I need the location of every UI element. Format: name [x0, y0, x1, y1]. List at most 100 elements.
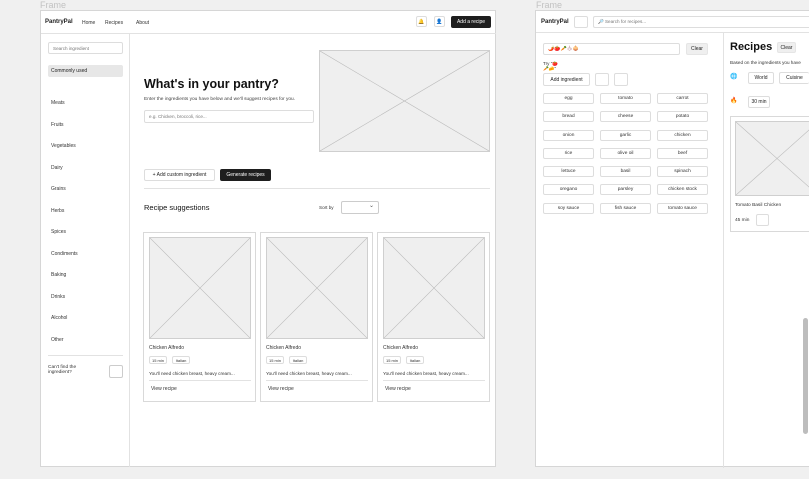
bell-icon[interactable]: 🔔	[416, 16, 427, 27]
view-recipe-link[interactable]: View recipe	[268, 386, 294, 392]
pantry-input[interactable]: e.g. Chicken, broccoli, rice...	[144, 110, 314, 123]
brand-logo[interactable]: PantryPal	[541, 19, 569, 25]
nav-home[interactable]: Home	[82, 20, 95, 26]
ingredient-chip[interactable]: parsley	[600, 184, 651, 195]
ingredient-chip[interactable]: fish sauce	[600, 203, 651, 214]
ingredient-chip[interactable]: lettuce	[543, 166, 594, 177]
sidebar-item-condiments[interactable]: Condiments	[51, 251, 78, 257]
ingredient-chip[interactable]: chicken stock	[657, 184, 708, 195]
nav-recipes[interactable]: Recipes	[105, 20, 123, 26]
recipe-image-placeholder	[266, 237, 368, 339]
ingredient-chip[interactable]: egg	[543, 93, 594, 104]
recipes-title: Recipes	[730, 41, 773, 53]
try-hint-continued: 🥕🧀"	[543, 66, 557, 71]
sidebar-item-drinks[interactable]: Drinks	[51, 294, 65, 300]
world-filter[interactable]: World	[748, 72, 774, 84]
sidebar-item-alcohol[interactable]: Alcohol	[51, 315, 67, 321]
ingredient-chip[interactable]: carrot	[657, 93, 708, 104]
sidebar-item-other[interactable]: Other	[51, 337, 64, 343]
sort-select[interactable]: ⌄	[341, 201, 379, 214]
add-recipe-button[interactable]: Add a recipe	[451, 16, 491, 28]
ingredient-chip[interactable]: soy sauce	[543, 203, 594, 214]
ingredient-chip[interactable]: beef	[657, 148, 708, 159]
generate-recipes-button[interactable]: Generate recipes	[220, 169, 271, 181]
recipe-card[interactable]: Chicken Alfredo 15 min Italian You'll ne…	[260, 232, 373, 402]
option-button[interactable]	[614, 73, 628, 86]
cuisine-tag: Italian	[406, 356, 424, 364]
desktop-frame: PantryPal Home Recipes About 🔔 👤 Add a r…	[40, 10, 496, 467]
recipe-title: Chicken Alfredo	[149, 345, 185, 351]
add-ingredient-button[interactable]: Add ingredient	[543, 73, 590, 86]
cuisine-tag: Italian	[172, 356, 190, 364]
hero-image-placeholder	[319, 50, 490, 152]
recipe-time: 45 min	[735, 218, 750, 223]
recipe-title: Tomato Basil Chicken	[735, 203, 782, 208]
sidebar-item-vegetables[interactable]: Vegetables	[51, 143, 76, 149]
recipe-description: You'll need chicken breast, heavy cream.…	[383, 371, 469, 376]
ingredient-chip[interactable]: tomato	[600, 93, 651, 104]
view-recipe-link[interactable]: View recipe	[151, 386, 177, 392]
page-subtitle: Enter the ingredients you have below and…	[144, 97, 296, 102]
recipe-card[interactable]: Chicken Alfredo 15 min Italian You'll ne…	[143, 232, 256, 402]
globe-icon: 🌐	[730, 74, 738, 80]
ingredient-chip[interactable]: tomato sauce	[657, 203, 708, 214]
user-icon[interactable]: 👤	[434, 16, 445, 27]
option-button[interactable]	[595, 73, 609, 86]
suggestions-title: Recipe suggestions	[144, 203, 210, 212]
recipe-image-placeholder	[383, 237, 485, 339]
recipe-image-placeholder	[149, 237, 251, 339]
sidebar-item-spices[interactable]: Spices	[51, 229, 66, 235]
menu-button[interactable]	[574, 16, 588, 28]
ingredient-chip[interactable]: spinach	[657, 166, 708, 177]
time-tag: 15 min	[266, 356, 284, 364]
frame-label-left: Frame	[40, 0, 67, 10]
ingredient-chip[interactable]: cheese	[600, 111, 651, 122]
cuisine-filter[interactable]: Cuisine	[779, 72, 809, 84]
save-recipe-button[interactable]	[756, 214, 769, 226]
sidebar-item-meats[interactable]: Meats	[51, 100, 65, 106]
nav-about[interactable]: About	[136, 20, 149, 26]
brand-logo[interactable]: PantryPal	[45, 19, 73, 25]
sidebar-item-grains[interactable]: Grains	[51, 186, 66, 192]
recipe-title: Chicken Alfredo	[383, 345, 419, 351]
view-recipe-link[interactable]: View recipe	[385, 386, 411, 392]
top-nav: PantryPal Home Recipes About 🔔 👤 Add a r…	[41, 11, 496, 34]
ingredient-chip[interactable]: chicken	[657, 130, 708, 141]
sidebar-item-baking[interactable]: Baking	[51, 272, 66, 278]
ingredient-chip[interactable]: rice	[543, 148, 594, 159]
card-divider	[149, 380, 251, 381]
sidebar-item-dairy[interactable]: Dairy	[51, 165, 63, 171]
recipe-card[interactable]: Chicken Alfredo 15 min Italian You'll ne…	[377, 232, 490, 402]
card-divider	[383, 380, 485, 381]
ingredient-chip[interactable]: oregano	[543, 184, 594, 195]
ingredient-chip[interactable]: olive oil	[600, 148, 651, 159]
scrollbar-thumb[interactable]	[803, 318, 808, 434]
sidebar-item-herbs[interactable]: Herbs	[51, 208, 64, 214]
recipe-description: You'll need chicken breast, heavy cream.…	[149, 371, 235, 376]
ingredient-chip[interactable]: basil	[600, 166, 651, 177]
clear-ingredients-button[interactable]: Clear	[686, 43, 708, 55]
chevron-down-icon: ⌄	[368, 203, 374, 209]
recipe-title: Chicken Alfredo	[266, 345, 302, 351]
sidebar-item-fruits[interactable]: Fruits	[51, 122, 64, 128]
time-filter[interactable]: 30 min	[748, 96, 770, 108]
ingredient-input[interactable]: 🌶️🍅🥕🧄🧅	[543, 43, 680, 55]
cant-find-button[interactable]	[109, 365, 123, 378]
clear-recipes-button[interactable]: Clear	[777, 42, 796, 53]
sidebar-divider	[48, 355, 123, 356]
section-divider	[144, 188, 490, 189]
ingredient-chip[interactable]: potato	[657, 111, 708, 122]
sidebar-item-commonly-used[interactable]: Commonly used	[48, 65, 123, 77]
ingredient-chip[interactable]: onion	[543, 130, 594, 141]
ingredient-chip[interactable]: garlic	[600, 130, 651, 141]
recipe-image-placeholder	[735, 121, 809, 196]
sidebar: Search ingredient Commonly used Meats Fr…	[41, 34, 130, 467]
recipe-card[interactable]: Tomato Basil Chicken 45 min	[730, 116, 809, 232]
page-title: What's in your pantry?	[144, 77, 279, 91]
ingredient-search-input[interactable]: Search ingredient	[48, 42, 123, 54]
fire-icon: 🔥	[730, 98, 738, 104]
add-custom-ingredient-button[interactable]: + Add custom ingredient	[144, 169, 215, 181]
recipe-search-input[interactable]: 🔎 Search for recipes...	[593, 16, 809, 28]
ingredient-chip[interactable]: bread	[543, 111, 594, 122]
top-nav: PantryPal 🔎 Search for recipes...	[536, 11, 809, 33]
